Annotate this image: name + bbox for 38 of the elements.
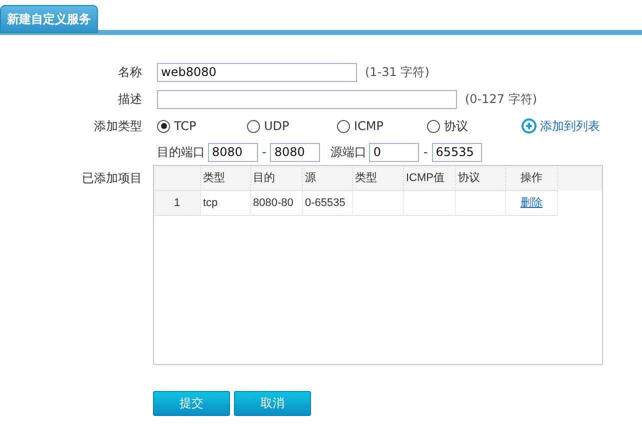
table-cell: tcp xyxy=(201,191,251,216)
table-cell: 0-65535 xyxy=(303,191,353,216)
range-separator: - xyxy=(423,145,428,159)
radio-label[interactable]: TCP xyxy=(174,119,196,133)
field-label: 描述 xyxy=(117,90,142,108)
input-field[interactable]: 65535 xyxy=(432,142,482,162)
radio-label[interactable]: 协议 xyxy=(444,118,468,134)
hint-text: (1-31 字符) xyxy=(365,64,430,80)
field-label: 源端口 xyxy=(330,144,366,160)
field-label: 目的端口 xyxy=(157,144,205,160)
input-field[interactable]: 0 xyxy=(369,142,420,162)
radio-button[interactable] xyxy=(337,120,350,132)
radio-label[interactable]: UDP xyxy=(264,119,290,133)
hint-text: (0-127 字符) xyxy=(465,90,538,108)
field-label: 添加类型 xyxy=(93,118,142,134)
range-separator: - xyxy=(262,145,266,159)
column-header: 类型 xyxy=(353,166,404,191)
column-header: 类型 xyxy=(201,166,251,191)
column-header: 源 xyxy=(303,166,353,191)
radio-button[interactable] xyxy=(427,120,440,132)
column-header: 目的 xyxy=(251,166,303,191)
input-field[interactable] xyxy=(157,90,457,108)
field-label: 名称 xyxy=(117,64,142,80)
add-icon[interactable] xyxy=(521,118,537,134)
field-label: 已添加项目 xyxy=(81,170,142,187)
input-field[interactable]: 8080 xyxy=(270,142,320,162)
radio-button[interactable] xyxy=(247,120,260,132)
input-field[interactable]: web8080 xyxy=(157,62,357,82)
radio-button[interactable] xyxy=(157,120,170,132)
column-header: 操作 xyxy=(506,166,558,191)
input-field[interactable]: 8080 xyxy=(208,142,258,162)
table-cell: 1 xyxy=(154,191,201,216)
column-header: ICMP值 xyxy=(404,166,456,191)
add-to-list-link[interactable]: 添加到列表 xyxy=(540,118,600,134)
table-cell: 8080-80 xyxy=(251,191,303,216)
radio-label[interactable]: ICMP xyxy=(354,119,384,133)
delete-link[interactable]: 删除 xyxy=(520,197,542,209)
column-header: 协议 xyxy=(456,166,506,191)
